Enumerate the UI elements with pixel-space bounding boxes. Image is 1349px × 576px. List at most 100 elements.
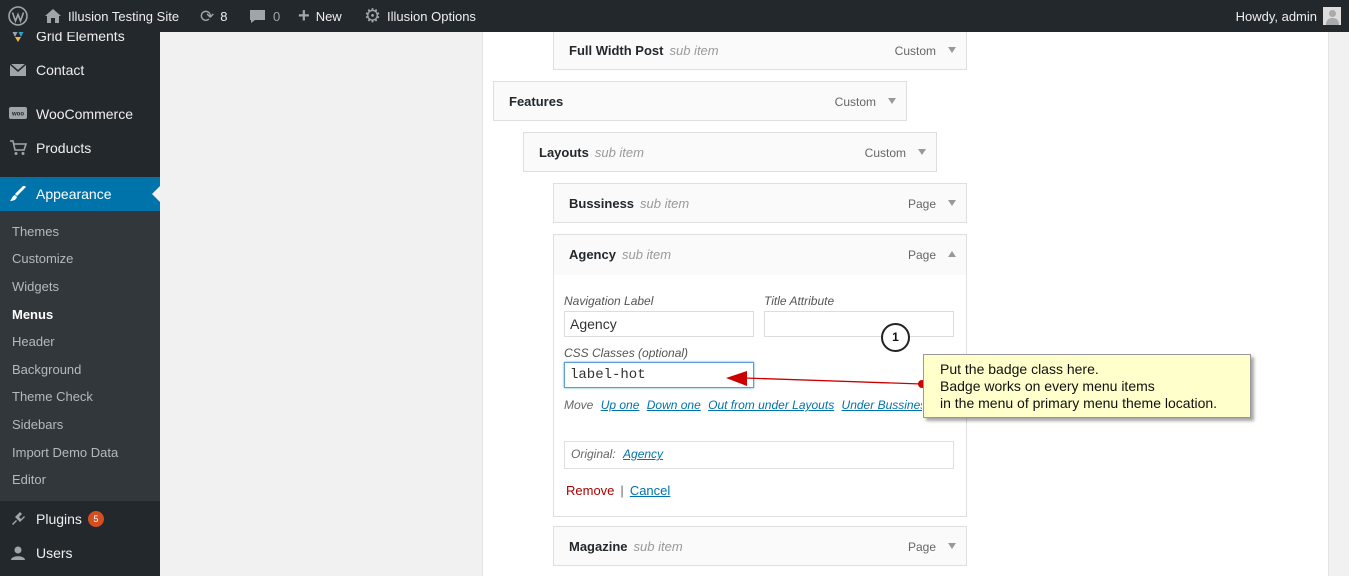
- chevron-down-icon[interactable]: [948, 47, 956, 53]
- move-up-one-link[interactable]: Up one: [601, 398, 640, 412]
- callout-line: Badge works on every menu items: [940, 378, 1155, 394]
- original-link-box: Original: Agency: [564, 441, 954, 469]
- menu-item-subtitle: sub item: [633, 539, 683, 554]
- menu-item-subtitle: sub item: [621, 247, 672, 262]
- menu-item-type: Custom: [894, 44, 936, 58]
- submenu-import-demo-data[interactable]: Import Demo Data: [12, 445, 118, 460]
- sidebar-item-users[interactable]: Users: [0, 536, 160, 570]
- sidebar-item-woocommerce[interactable]: woo WooCommerce: [0, 97, 160, 131]
- admin-bar: Illusion Testing Site ⟳ 8 0 + New ⚙ Illu…: [0, 0, 1349, 32]
- menu-item-type: Custom: [864, 146, 906, 160]
- chevron-down-icon[interactable]: [888, 98, 896, 104]
- comment-icon: [250, 9, 265, 23]
- avatar[interactable]: [1323, 7, 1341, 25]
- annotation-callout: Put the badge class here. Badge works on…: [923, 354, 1251, 418]
- updates-count: 8: [220, 8, 228, 24]
- menu-item-settings-agency: Navigation Label Title Attribute CSS Cla…: [553, 275, 967, 517]
- original-link[interactable]: Agency: [623, 447, 663, 461]
- submenu-widgets[interactable]: Widgets: [12, 279, 59, 294]
- menu-item-magazine[interactable]: Magazine sub item Page: [553, 526, 967, 566]
- sidebar-item-plugins[interactable]: Plugins 5: [0, 502, 160, 536]
- menu-item-type: Page: [907, 248, 936, 262]
- home-icon: [45, 9, 61, 23]
- submenu-sidebars[interactable]: Sidebars: [12, 417, 63, 432]
- item-actions: Remove | Cancel: [566, 483, 670, 498]
- user-icon: [0, 545, 36, 561]
- updates-link[interactable]: ⟳ 8: [200, 0, 227, 32]
- comments-link[interactable]: 0: [249, 0, 280, 32]
- sidebar-item-label: Products: [36, 140, 92, 156]
- title-attribute-input[interactable]: [764, 311, 954, 337]
- menu-item-subtitle: sub item: [594, 145, 644, 160]
- new-content-link[interactable]: + New: [298, 0, 342, 32]
- move-down-one-link[interactable]: Down one: [647, 398, 701, 412]
- menu-item-title: Full Width Post: [569, 43, 664, 58]
- move-out-from-under-link[interactable]: Out from under Layouts: [708, 398, 834, 412]
- menu-item-title: Layouts: [539, 145, 589, 160]
- sidebar-item-contact[interactable]: Contact: [0, 53, 160, 87]
- new-label: New: [315, 8, 342, 24]
- chevron-down-icon[interactable]: [918, 149, 926, 155]
- submenu-header[interactable]: Header: [12, 334, 55, 349]
- menu-item-type: Custom: [834, 95, 876, 109]
- submenu-editor[interactable]: Editor: [12, 472, 46, 487]
- nav-label-label: Navigation Label: [564, 294, 654, 308]
- gear-icon: ⚙: [364, 5, 382, 27]
- active-indicator: [152, 186, 160, 202]
- menu-item-title: Agency: [569, 247, 616, 262]
- mail-icon: [0, 64, 36, 76]
- menu-item-bussiness[interactable]: Bussiness sub item Page: [553, 183, 967, 223]
- menu-item-subtitle: sub item: [669, 43, 719, 58]
- remove-link[interactable]: Remove: [566, 483, 614, 498]
- cart-icon: [0, 140, 36, 156]
- step-number-badge: 1: [881, 323, 910, 352]
- options-label: Illusion Options: [387, 8, 476, 24]
- appearance-submenu: Themes Customize Widgets Menus Header Ba…: [0, 211, 160, 501]
- sidebar-item-label: Contact: [36, 62, 85, 78]
- svg-text:woo: woo: [11, 112, 24, 118]
- chevron-down-icon[interactable]: [948, 543, 956, 549]
- submenu-theme-check[interactable]: Theme Check: [12, 389, 93, 404]
- sidebar-item-products[interactable]: Products: [0, 131, 160, 165]
- menu-item-layouts[interactable]: Layouts sub item Custom: [523, 132, 937, 172]
- wordpress-icon: [8, 6, 28, 26]
- sidebar-item-label: WooCommerce: [36, 106, 133, 122]
- submenu-background[interactable]: Background: [12, 362, 81, 377]
- main-content: Full Width Post sub item Custom Features …: [160, 30, 1349, 576]
- menu-item-full-width-post[interactable]: Full Width Post sub item Custom: [553, 30, 967, 70]
- callout-line: in the menu of primary menu theme locati…: [940, 395, 1218, 411]
- sidebar-item-label: Plugins: [36, 511, 82, 527]
- move-links: Move Up one Down one Out from under Layo…: [564, 398, 922, 412]
- menu-item-title: Magazine: [569, 539, 628, 554]
- wordpress-logo[interactable]: [8, 0, 28, 32]
- submenu-customize[interactable]: Customize: [12, 251, 73, 266]
- menu-item-title: Bussiness: [569, 196, 635, 211]
- sidebar-item-appearance[interactable]: Appearance: [0, 177, 160, 211]
- my-account-link[interactable]: Howdy, admin: [1236, 0, 1317, 32]
- refresh-icon: ⟳: [200, 6, 215, 26]
- brush-icon: [0, 186, 36, 202]
- cancel-link[interactable]: Cancel: [630, 483, 670, 498]
- theme-options-link[interactable]: ⚙ Illusion Options: [364, 0, 476, 32]
- plus-icon: +: [298, 5, 310, 27]
- sidebar-item-label: Appearance: [36, 186, 112, 202]
- original-label: Original:: [571, 447, 616, 461]
- plugins-update-badge: 5: [87, 511, 104, 527]
- site-name-link[interactable]: Illusion Testing Site: [44, 0, 179, 32]
- menu-item-agency[interactable]: Agency sub item Page: [553, 234, 967, 276]
- submenu-menus[interactable]: Menus: [12, 307, 53, 322]
- comments-count: 0: [273, 8, 281, 24]
- site-name: Illusion Testing Site: [68, 8, 180, 24]
- css-classes-input[interactable]: [564, 362, 754, 388]
- menu-item-type: Page: [907, 540, 936, 554]
- nav-label-input[interactable]: [564, 311, 754, 337]
- menu-item-features[interactable]: Features Custom: [493, 81, 907, 121]
- chevron-down-icon[interactable]: [948, 200, 956, 206]
- admin-sidebar: Grid Elements Contact woo WooCommerce Pr…: [0, 28, 160, 576]
- callout-line: Put the badge class here.: [940, 361, 1099, 377]
- menu-item-title: Features: [509, 94, 564, 109]
- submenu-themes[interactable]: Themes: [12, 224, 59, 239]
- move-under-link[interactable]: Under Bussiness: [842, 398, 922, 412]
- chevron-up-icon[interactable]: [948, 251, 956, 257]
- menu-item-type: Page: [907, 197, 936, 211]
